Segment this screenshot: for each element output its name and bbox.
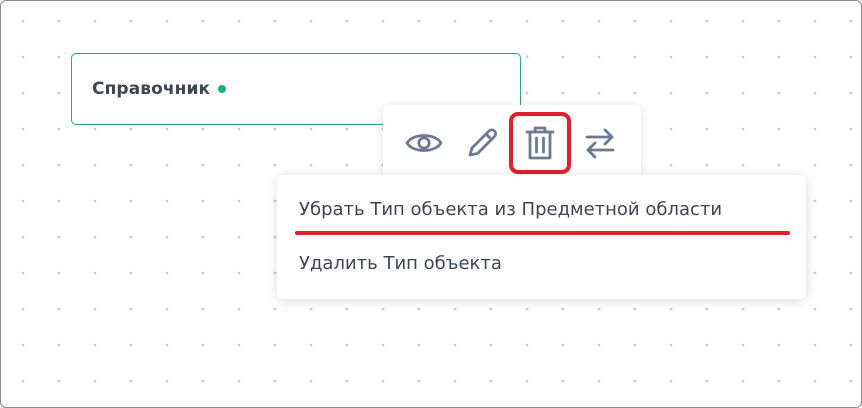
pencil-icon xyxy=(464,125,500,161)
delete-options-menu: Убрать Тип объекта из Предметной области… xyxy=(277,175,806,299)
status-dot-icon xyxy=(218,85,227,93)
menu-item-delete-object-type[interactable]: Удалить Тип объекта xyxy=(299,253,502,274)
diagram-canvas[interactable]: Справочник Убрать Тип объекта из Предмет… xyxy=(0,0,862,408)
menu-item-remove-from-domain[interactable]: Убрать Тип объекта из Предметной области xyxy=(299,199,722,220)
edit-button[interactable] xyxy=(451,112,513,174)
node-action-toolbar xyxy=(383,105,641,179)
node-title: Справочник xyxy=(92,79,211,99)
view-button[interactable] xyxy=(393,112,455,174)
swap-arrows-icon xyxy=(583,126,617,160)
highlight-underline xyxy=(295,231,790,235)
delete-button[interactable] xyxy=(509,112,571,174)
replace-button[interactable] xyxy=(569,112,631,174)
trash-icon xyxy=(525,125,555,161)
eye-icon xyxy=(405,130,443,156)
